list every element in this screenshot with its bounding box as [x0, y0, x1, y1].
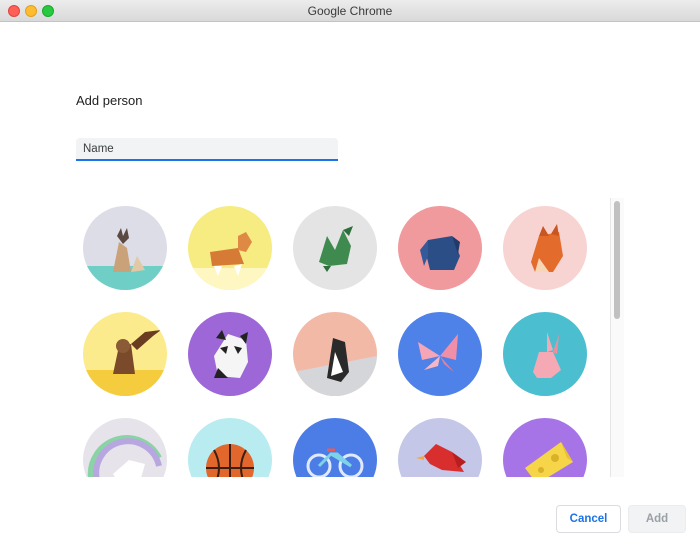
avatar-corgi[interactable] — [188, 206, 272, 290]
unicorn-icon — [83, 418, 167, 477]
elephant-icon — [398, 206, 482, 290]
dialog-heading: Add person — [76, 93, 143, 108]
fox-icon — [503, 206, 587, 290]
window-title: Google Chrome — [307, 4, 393, 18]
panda-icon — [188, 312, 272, 396]
avatar-elephant[interactable] — [398, 206, 482, 290]
avatar-cheese[interactable] — [503, 418, 587, 477]
avatar-monkey[interactable] — [83, 312, 167, 396]
avatar-rabbit[interactable] — [503, 312, 587, 396]
avatar-butterfly[interactable] — [398, 312, 482, 396]
monkey-icon — [83, 312, 167, 396]
avatar-scrollbar[interactable] — [610, 198, 624, 477]
basketball-icon — [188, 418, 272, 477]
corgi-icon — [188, 206, 272, 290]
avatar-bird[interactable] — [398, 418, 482, 477]
bird-icon — [398, 418, 482, 477]
avatar-basketball[interactable] — [188, 418, 272, 477]
butterfly-icon — [398, 312, 482, 396]
penguin-icon — [293, 312, 377, 396]
scrollbar-thumb[interactable] — [614, 201, 620, 319]
cheese-icon — [503, 418, 587, 477]
name-input[interactable] — [76, 138, 338, 161]
window-titlebar: Google Chrome — [0, 0, 700, 22]
dragon-icon — [293, 206, 377, 290]
avatar-unicorn[interactable] — [83, 418, 167, 477]
avatar-bicycle[interactable] — [293, 418, 377, 477]
cat-icon — [83, 206, 167, 290]
bicycle-icon — [293, 418, 377, 477]
avatar-dragon[interactable] — [293, 206, 377, 290]
rabbit-icon — [503, 312, 587, 396]
avatar-penguin[interactable] — [293, 312, 377, 396]
cancel-button[interactable]: Cancel — [556, 505, 621, 533]
avatar-fox[interactable] — [503, 206, 587, 290]
avatar-grid — [70, 200, 605, 477]
add-button[interactable]: Add — [628, 505, 686, 533]
avatar-cat[interactable] — [83, 206, 167, 290]
avatar-panda[interactable] — [188, 312, 272, 396]
